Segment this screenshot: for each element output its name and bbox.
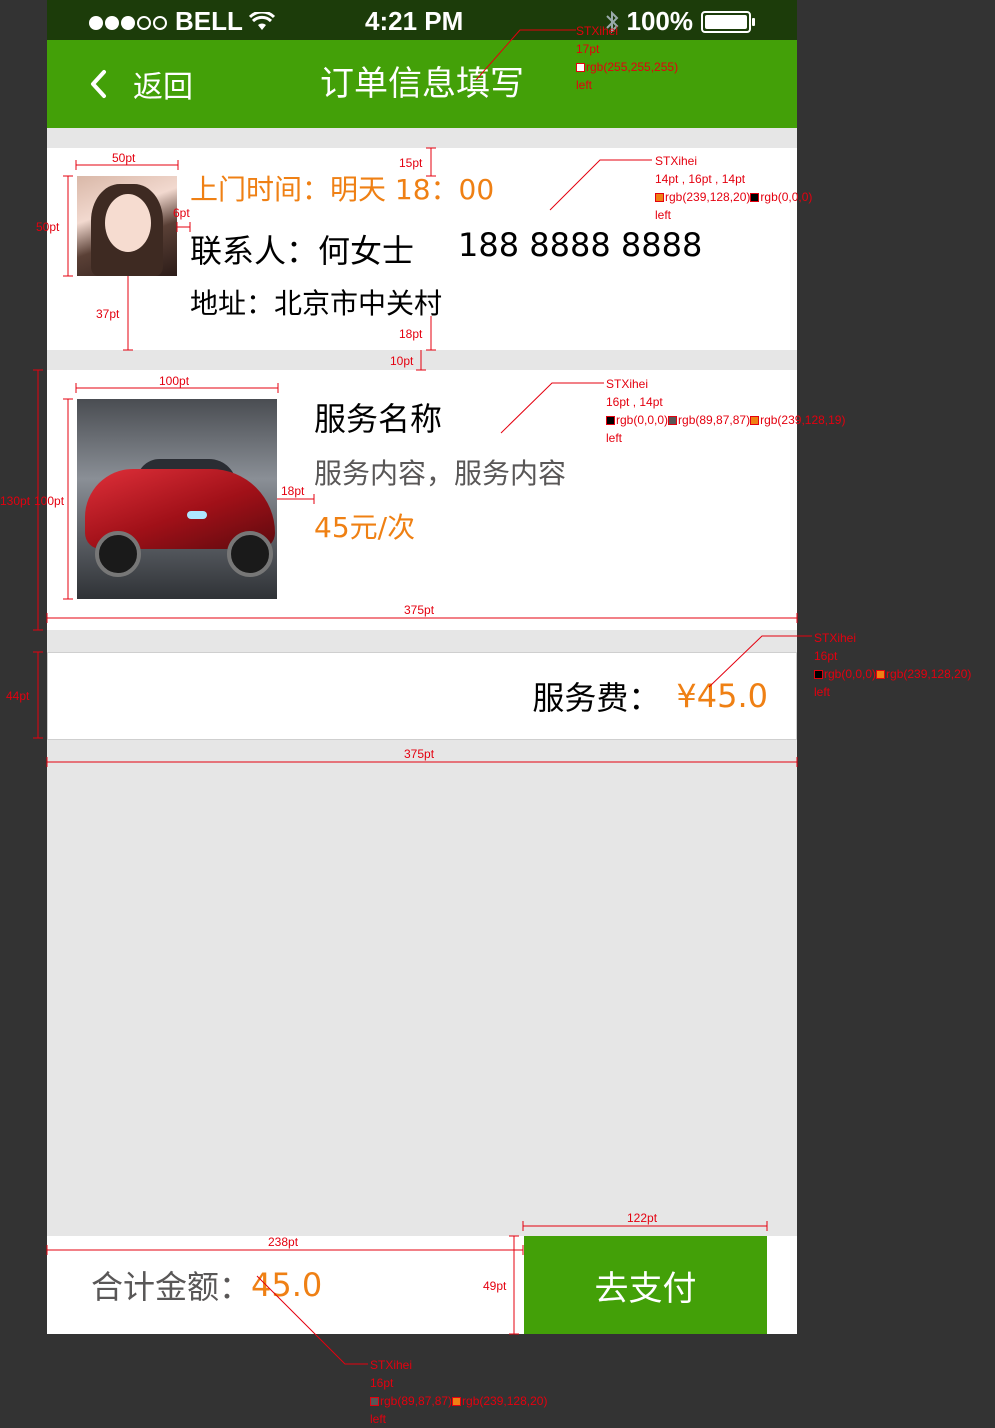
service-fee: 服务费： ¥45.0 [532, 653, 768, 739]
dim-100pt-width: 100pt [159, 374, 190, 388]
dim-130pt: 130pt [0, 494, 31, 508]
dim-50pt-width: 50pt [112, 151, 136, 165]
service-price: 45元/次 [314, 511, 416, 544]
signal-carrier: BELL [89, 6, 275, 37]
contact-name: 联系人：何女士 [190, 232, 415, 270]
dim-44pt: 44pt [6, 689, 30, 703]
annotation-order-info: STXihei 14pt , 16pt , 14pt rgb(239,128,2… [655, 154, 813, 222]
service-description: 服务内容，服务内容 [314, 457, 567, 490]
page-title: 订单信息填写 [320, 64, 524, 104]
dim-50pt-height: 50pt [36, 220, 60, 234]
dim-37pt: 37pt [96, 307, 120, 321]
status-bar: BELL 4:21 PM 100% [47, 0, 797, 40]
total-label: 合计金额： [91, 1268, 252, 1306]
visit-time: 上门时间：明天 18：00 [190, 173, 495, 206]
status-time: 4:21 PM [365, 6, 464, 36]
service-image [77, 399, 277, 599]
service-fee-value: ¥45.0 [676, 677, 768, 715]
dim-15pt: 15pt [399, 156, 423, 170]
dim-375pt-a: 375pt [404, 603, 435, 617]
pay-button[interactable]: 去支付 [524, 1236, 767, 1334]
dim-100pt-height: 100pt [34, 494, 65, 508]
contact-phone: 188 8888 8888 [458, 226, 703, 264]
contact-row: 联系人：何女士 188 8888 8888 [190, 226, 702, 272]
navigation-bar: 返回 订单信息填写 [47, 40, 797, 128]
battery-icon [701, 10, 755, 33]
dim-375pt-b: 375pt [404, 747, 435, 761]
dim-18pt-top: 18pt [399, 327, 423, 341]
dim-49pt: 49pt [483, 1279, 507, 1293]
dim-10pt: 10pt [390, 354, 414, 368]
dim-122pt: 122pt [627, 1211, 658, 1225]
signal-strength-icon [89, 6, 169, 37]
dim-238pt: 238pt [268, 1235, 299, 1249]
annotation-total: STXihei 16pt rgb(89,87,87) rgb(239,128,20… [370, 1358, 548, 1426]
wifi-icon [248, 11, 275, 30]
annotation-fee: STXihei 16pt rgb(0,0,0) rgb(239,128,20) l… [814, 631, 972, 699]
carrier-label: BELL [175, 6, 243, 36]
annotation-service: STXihei 16pt , 14pt rgb(0,0,0) rgb(89,87,… [606, 377, 846, 445]
service-name: 服务名称 [314, 400, 443, 438]
annotation-nav-title: STXihei 17pt rgb(255,255,255) left [576, 24, 679, 92]
total-value: 45.0 [251, 1266, 323, 1304]
avatar [77, 176, 177, 276]
checkout-bar: 合计金额： 45.0 去支付 [47, 1236, 797, 1334]
dim-6pt: 6pt [173, 206, 190, 220]
address: 地址：北京市中关村 [190, 287, 443, 320]
service-fee-card: 服务费： ¥45.0 [47, 652, 797, 740]
service-fee-label: 服务费： [532, 679, 661, 717]
dim-18pt-mid: 18pt [281, 484, 305, 498]
